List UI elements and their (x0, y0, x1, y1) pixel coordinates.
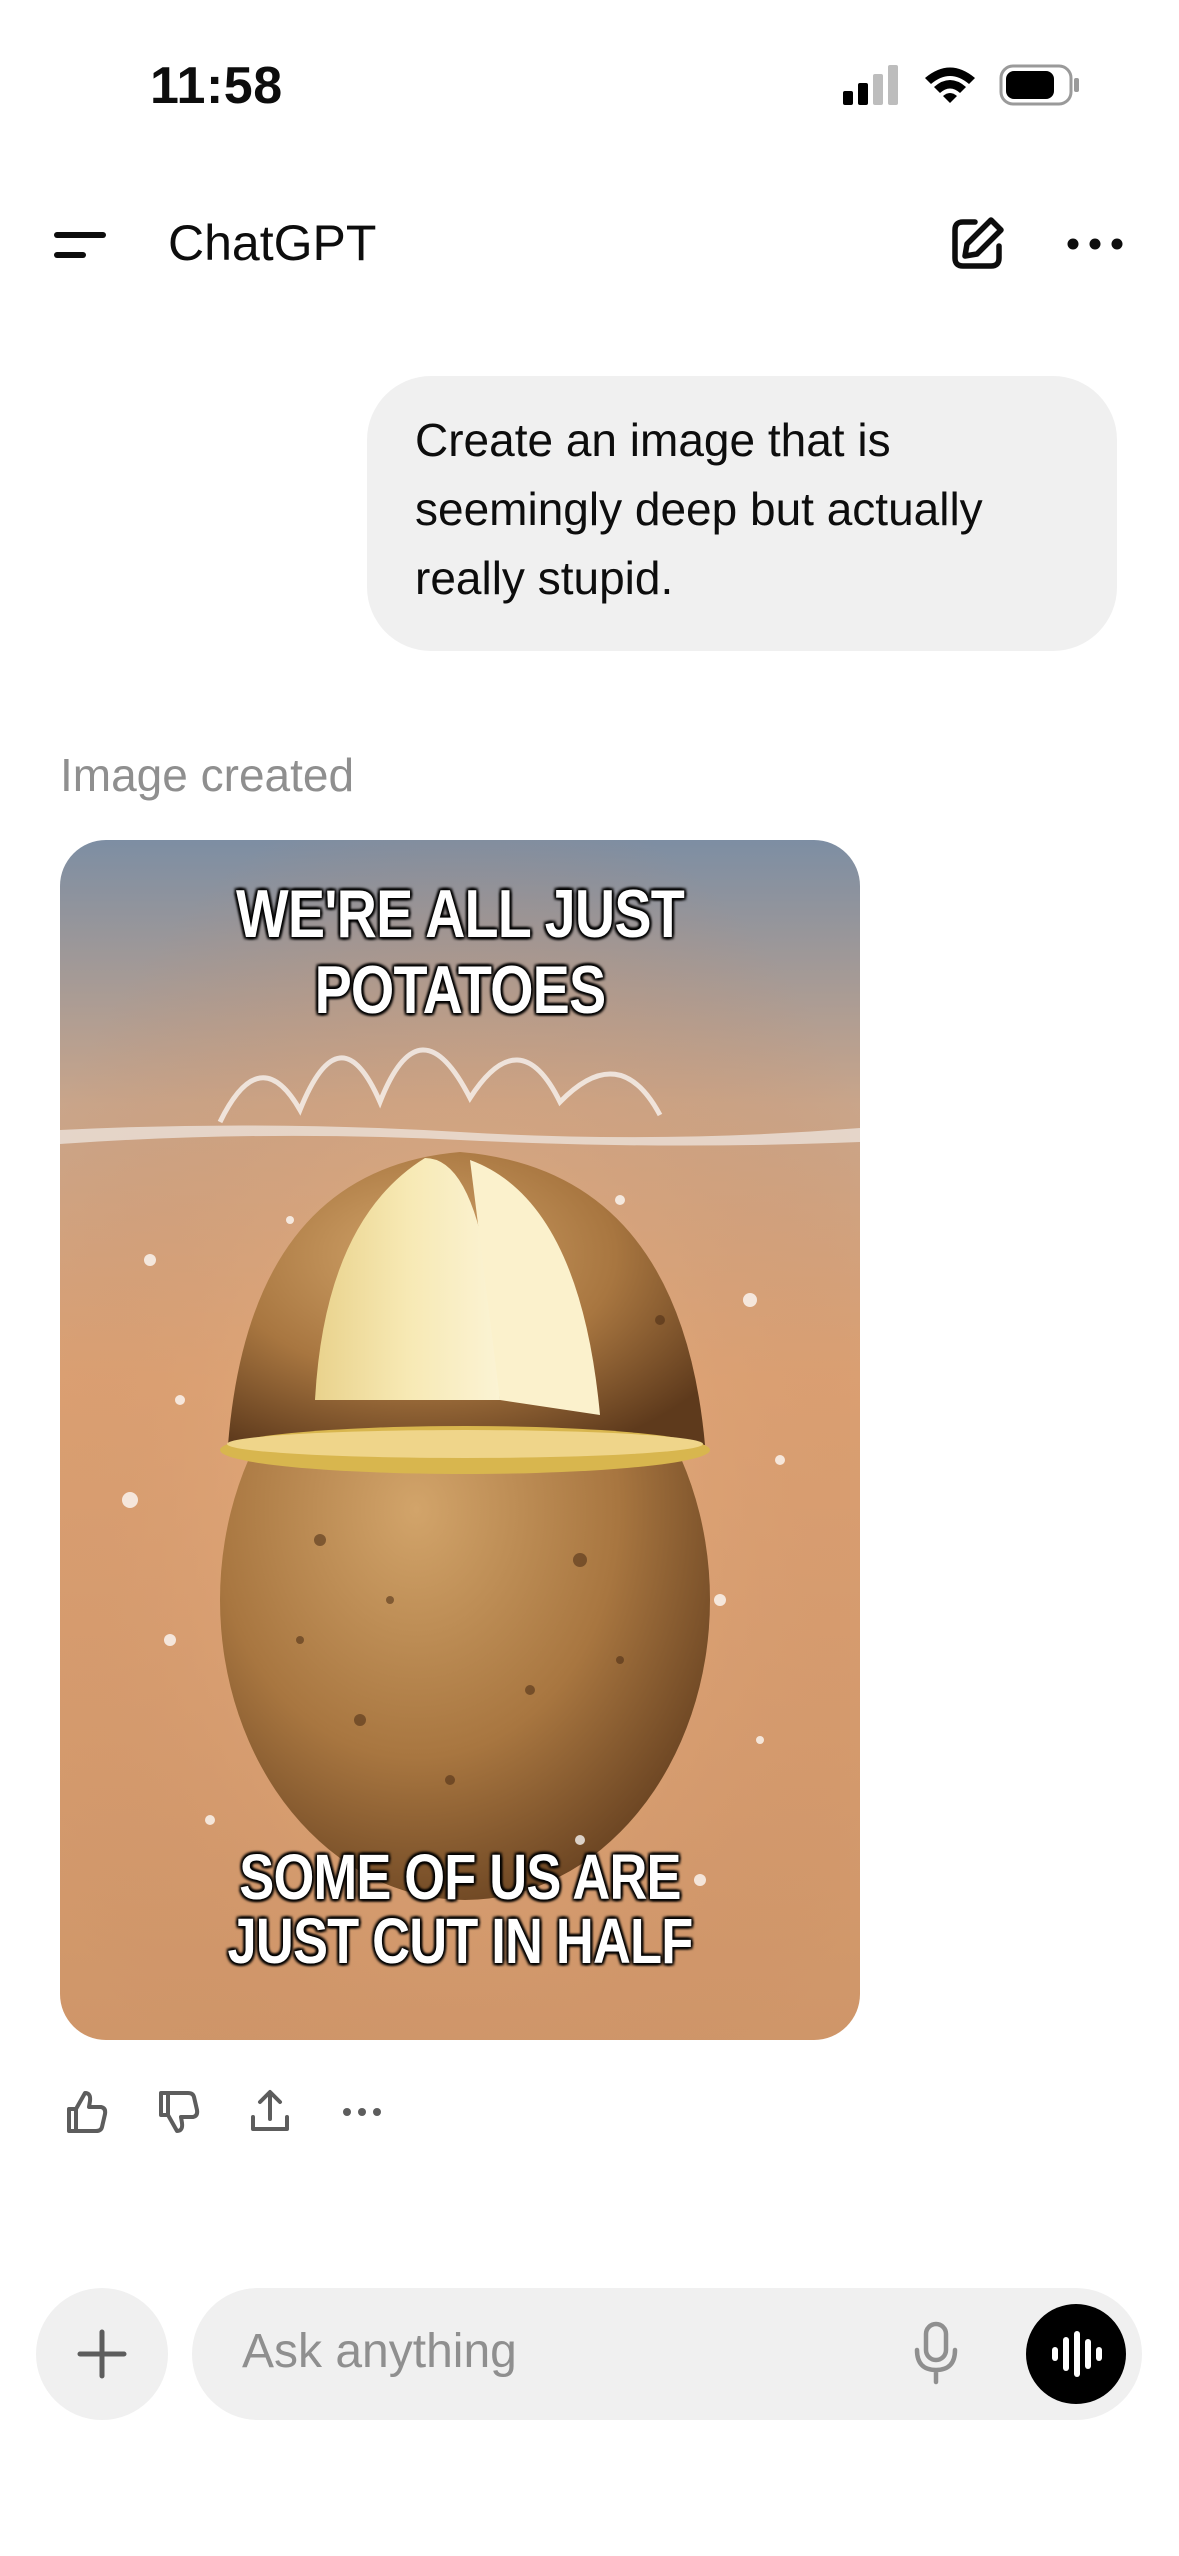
battery-icon (999, 64, 1081, 111)
image-created-label: Image created (60, 749, 355, 801)
sidebar-menu-icon[interactable] (52, 220, 112, 270)
meme-top-caption: WE'RE ALL JUST POTATOES (236, 876, 685, 1028)
wifi-icon (923, 65, 977, 110)
meme-bottom-caption: SOME OF US ARE JUST CUT IN HALF (227, 1841, 693, 1977)
new-chat-icon[interactable] (945, 212, 1009, 276)
status-time: 11:58 (150, 57, 283, 115)
attach-button[interactable] (36, 2288, 168, 2420)
microphone-icon[interactable] (912, 2320, 960, 2386)
thumbs-up-icon[interactable] (60, 2086, 112, 2138)
plus-icon (77, 2329, 127, 2379)
message-input[interactable]: Ask anything (192, 2288, 1142, 2420)
waveform-icon (1052, 2331, 1102, 2377)
input-placeholder: Ask anything (242, 2325, 517, 2378)
status-bar: 11:58 (0, 0, 1179, 170)
app-title: ChatGPT (168, 215, 377, 271)
share-icon[interactable] (244, 2086, 296, 2138)
voice-mode-button[interactable] (1026, 2304, 1126, 2404)
more-actions-icon[interactable] (336, 2086, 388, 2138)
response-actions (60, 2086, 388, 2138)
cellular-signal-icon (843, 65, 901, 110)
generated-image[interactable]: WE'RE ALL JUST POTATOES SOME OF US ARE J… (60, 840, 860, 2040)
header: ChatGPT (0, 190, 1179, 300)
status-icons (843, 64, 1081, 111)
user-message-bubble: Create an image that is seemingly deep b… (367, 376, 1117, 651)
thumbs-down-icon[interactable] (152, 2086, 204, 2138)
more-options-icon[interactable] (1063, 222, 1127, 266)
